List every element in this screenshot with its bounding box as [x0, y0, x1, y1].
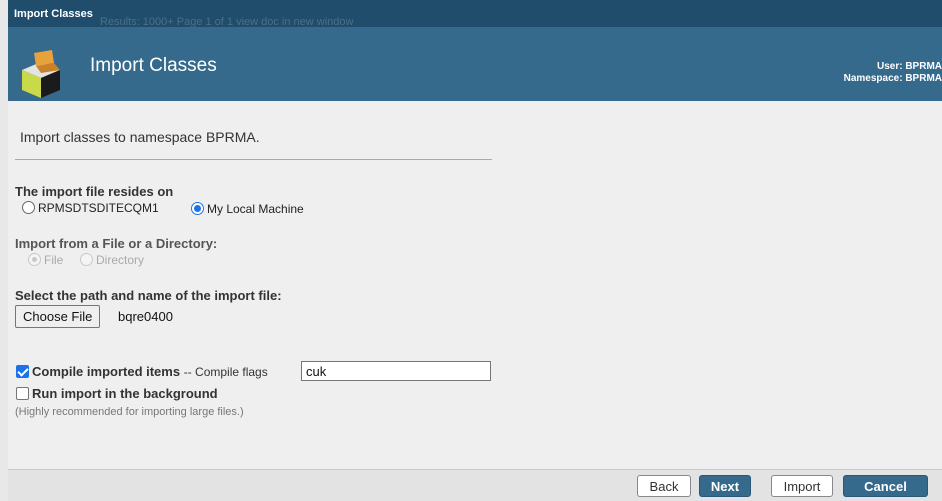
radio-server-icon[interactable] [22, 201, 35, 214]
background-note: (Highly recommended for importing large … [15, 406, 244, 418]
compile-checkbox[interactable] [16, 365, 29, 378]
file-location-label: The import file resides on [15, 184, 174, 199]
user-label: User: BPRMA [876, 61, 942, 72]
button-bar: Back Next Import Cancel [8, 469, 942, 501]
divider [15, 159, 492, 160]
radio-file-label: File [44, 253, 64, 267]
radio-directory: Directory [80, 253, 144, 267]
compile-flags-label: -- Compile flags [183, 365, 268, 379]
window-title: Import Classes [14, 8, 93, 20]
choose-file-button[interactable]: Choose File [15, 305, 101, 328]
back-button[interactable]: Back [637, 475, 691, 497]
background-checkbox[interactable] [16, 387, 29, 400]
path-select-label: Select the path and name of the import f… [15, 288, 282, 303]
form-content: Import classes to namespace BPRMA. The i… [8, 101, 942, 469]
radio-server-label: RPMSDTSDITECQM1 [38, 201, 159, 215]
cancel-button[interactable]: Cancel [843, 475, 928, 497]
import-button[interactable]: Import [771, 475, 833, 497]
page-header: Import Classes User: BPRMA Namespace: BP… [8, 27, 942, 101]
radio-server[interactable]: RPMSDTSDITECQM1 [22, 201, 159, 215]
radio-directory-icon [80, 253, 93, 266]
radio-file-icon [28, 253, 41, 266]
namespace-label: Namespace: BPRMA [843, 73, 942, 84]
radio-local-machine-label: My Local Machine [207, 202, 304, 216]
title-bar: Results: 1000+ Page 1 of 1 view doc in n… [8, 0, 942, 28]
user-info: User: BPRMA Namespace: BPRMA [844, 61, 942, 85]
radio-local-machine[interactable]: My Local Machine [191, 202, 304, 216]
intro-text: Import classes to namespace BPRMA. [20, 129, 260, 145]
radio-local-machine-icon[interactable] [191, 202, 204, 215]
cube-logo-icon [22, 50, 60, 98]
import-from-label: Import from a File or a Directory: [15, 236, 218, 251]
selected-file-name: bqre0400 [118, 309, 173, 324]
page-title: Import Classes [90, 55, 217, 76]
compile-option[interactable]: Compile imported items -- Compile flags [16, 364, 268, 379]
import-wizard-page: Results: 1000+ Page 1 of 1 view doc in n… [8, 0, 942, 501]
background-option[interactable]: Run import in the background [16, 386, 218, 401]
next-button[interactable]: Next [699, 475, 751, 497]
background-label: Run import in the background [32, 386, 218, 401]
compile-label: Compile imported items [32, 364, 181, 379]
compile-flags-input[interactable] [301, 361, 491, 381]
radio-file: File [28, 253, 63, 267]
radio-directory-label: Directory [96, 253, 145, 267]
